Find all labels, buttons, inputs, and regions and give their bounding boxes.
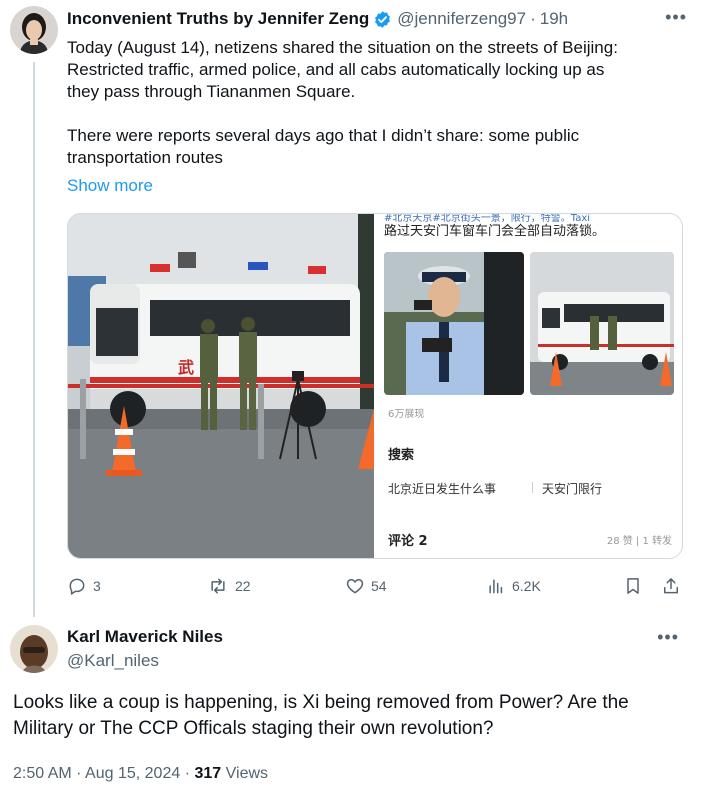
tweet-text: Today (August 14), netizens shared the s… [67, 37, 687, 169]
show-more-link[interactable]: Show more [67, 176, 153, 196]
share-button[interactable] [661, 576, 681, 596]
weibo-search-item[interactable]: 北京近日发生什么事 [388, 480, 496, 497]
tweet-time[interactable]: 19h [540, 9, 568, 29]
weibo-caption-cut: #北京天京#北京街头一景，限行，特警。Taxi [384, 214, 591, 223]
reply-time[interactable]: 2:50 AM [13, 765, 72, 782]
verified-badge-icon [373, 10, 392, 29]
weibo-image-police[interactable] [384, 252, 524, 395]
weibo-search-label: 搜索 [388, 448, 415, 463]
heart-icon [345, 576, 365, 596]
tweet-text-line: transportation routes [67, 148, 223, 167]
reply-view-count: 317 [194, 765, 222, 782]
reply-author-name[interactable]: Karl Maverick Niles [67, 627, 223, 647]
like-count: 54 [371, 578, 387, 594]
like-button[interactable]: 54 [345, 576, 387, 596]
author-name[interactable]: Inconvenient Truths by Jennifer Zeng [67, 9, 369, 29]
retweet-icon [207, 576, 229, 596]
weibo-image-truck[interactable] [530, 252, 674, 395]
bookmark-icon [623, 576, 643, 596]
bookmark-button[interactable] [623, 576, 643, 596]
tweet-text-line: Today (August 14), netizens shared the s… [67, 38, 618, 57]
reply-views-label: Views [225, 765, 269, 782]
weibo-caption: #北京天京#北京街头一景，限行，特警。Taxi 路过天安门车窗车门会全部自动落锁… [384, 214, 682, 241]
tweet-media[interactable]: 武 #北京天京#北京街头一景，限行，特警。Taxi 路过天安门车窗车门会全部自动… [67, 213, 683, 559]
reply-more-options-icon[interactable]: ••• [657, 628, 679, 646]
separator-dot: · [530, 9, 536, 28]
reply-count: 3 [93, 578, 101, 594]
thread-connector-line [33, 62, 35, 617]
reply-author-handle[interactable]: @Karl_niles [67, 651, 159, 671]
tweet-action-bar: 3 22 54 6.2K [67, 576, 687, 598]
share-icon [661, 576, 681, 596]
separator-dot: · [184, 765, 191, 782]
reply-meta: 2:50 AM · Aug 15, 2024 · 317 Views [13, 765, 268, 783]
reply-author-avatar[interactable] [10, 625, 58, 673]
reply-icon [67, 576, 87, 596]
street-photo[interactable]: 武 [68, 214, 374, 558]
retweet-count: 22 [235, 578, 251, 594]
author-avatar[interactable] [10, 6, 58, 54]
separator-dot: · [76, 765, 82, 782]
tweet-text-line: they pass through Tiananmen Square. [67, 82, 356, 101]
tweet-text-line: Restricted traffic, armed police, and al… [67, 60, 605, 79]
more-options-icon[interactable]: ••• [665, 8, 687, 26]
reply-text: Looks like a coup is happening, is Xi be… [13, 692, 629, 739]
tweet-header: Inconvenient Truths by Jennifer Zeng @je… [67, 8, 685, 30]
weibo-views: 6万展现 [388, 409, 425, 420]
weibo-search-divider [532, 482, 533, 493]
truck-lettering: 武 [178, 358, 195, 377]
weibo-search-item[interactable]: 天安门限行 [542, 480, 602, 497]
reply-date[interactable]: Aug 15, 2024 [85, 765, 180, 782]
reply-button[interactable]: 3 [67, 576, 101, 596]
author-handle[interactable]: @jenniferzeng97 [397, 9, 526, 29]
retweet-button[interactable]: 22 [207, 576, 251, 596]
views-count: 6.2K [512, 578, 541, 594]
weibo-comments: 评论 2 [388, 534, 428, 549]
views-button[interactable]: 6.2K [486, 576, 541, 596]
weibo-likes: 28 赞 | 1 转发 [606, 536, 672, 547]
weibo-screenshot[interactable]: #北京天京#北京街头一景，限行，特警。Taxi 路过天安门车窗车门会全部自动落锁… [374, 214, 682, 558]
weibo-caption-line: 路过天安门车窗车门会全部自动落锁。 [384, 224, 606, 239]
analytics-bar-icon [486, 576, 506, 596]
tweet-text-line: There were reports several days ago that… [67, 126, 580, 145]
